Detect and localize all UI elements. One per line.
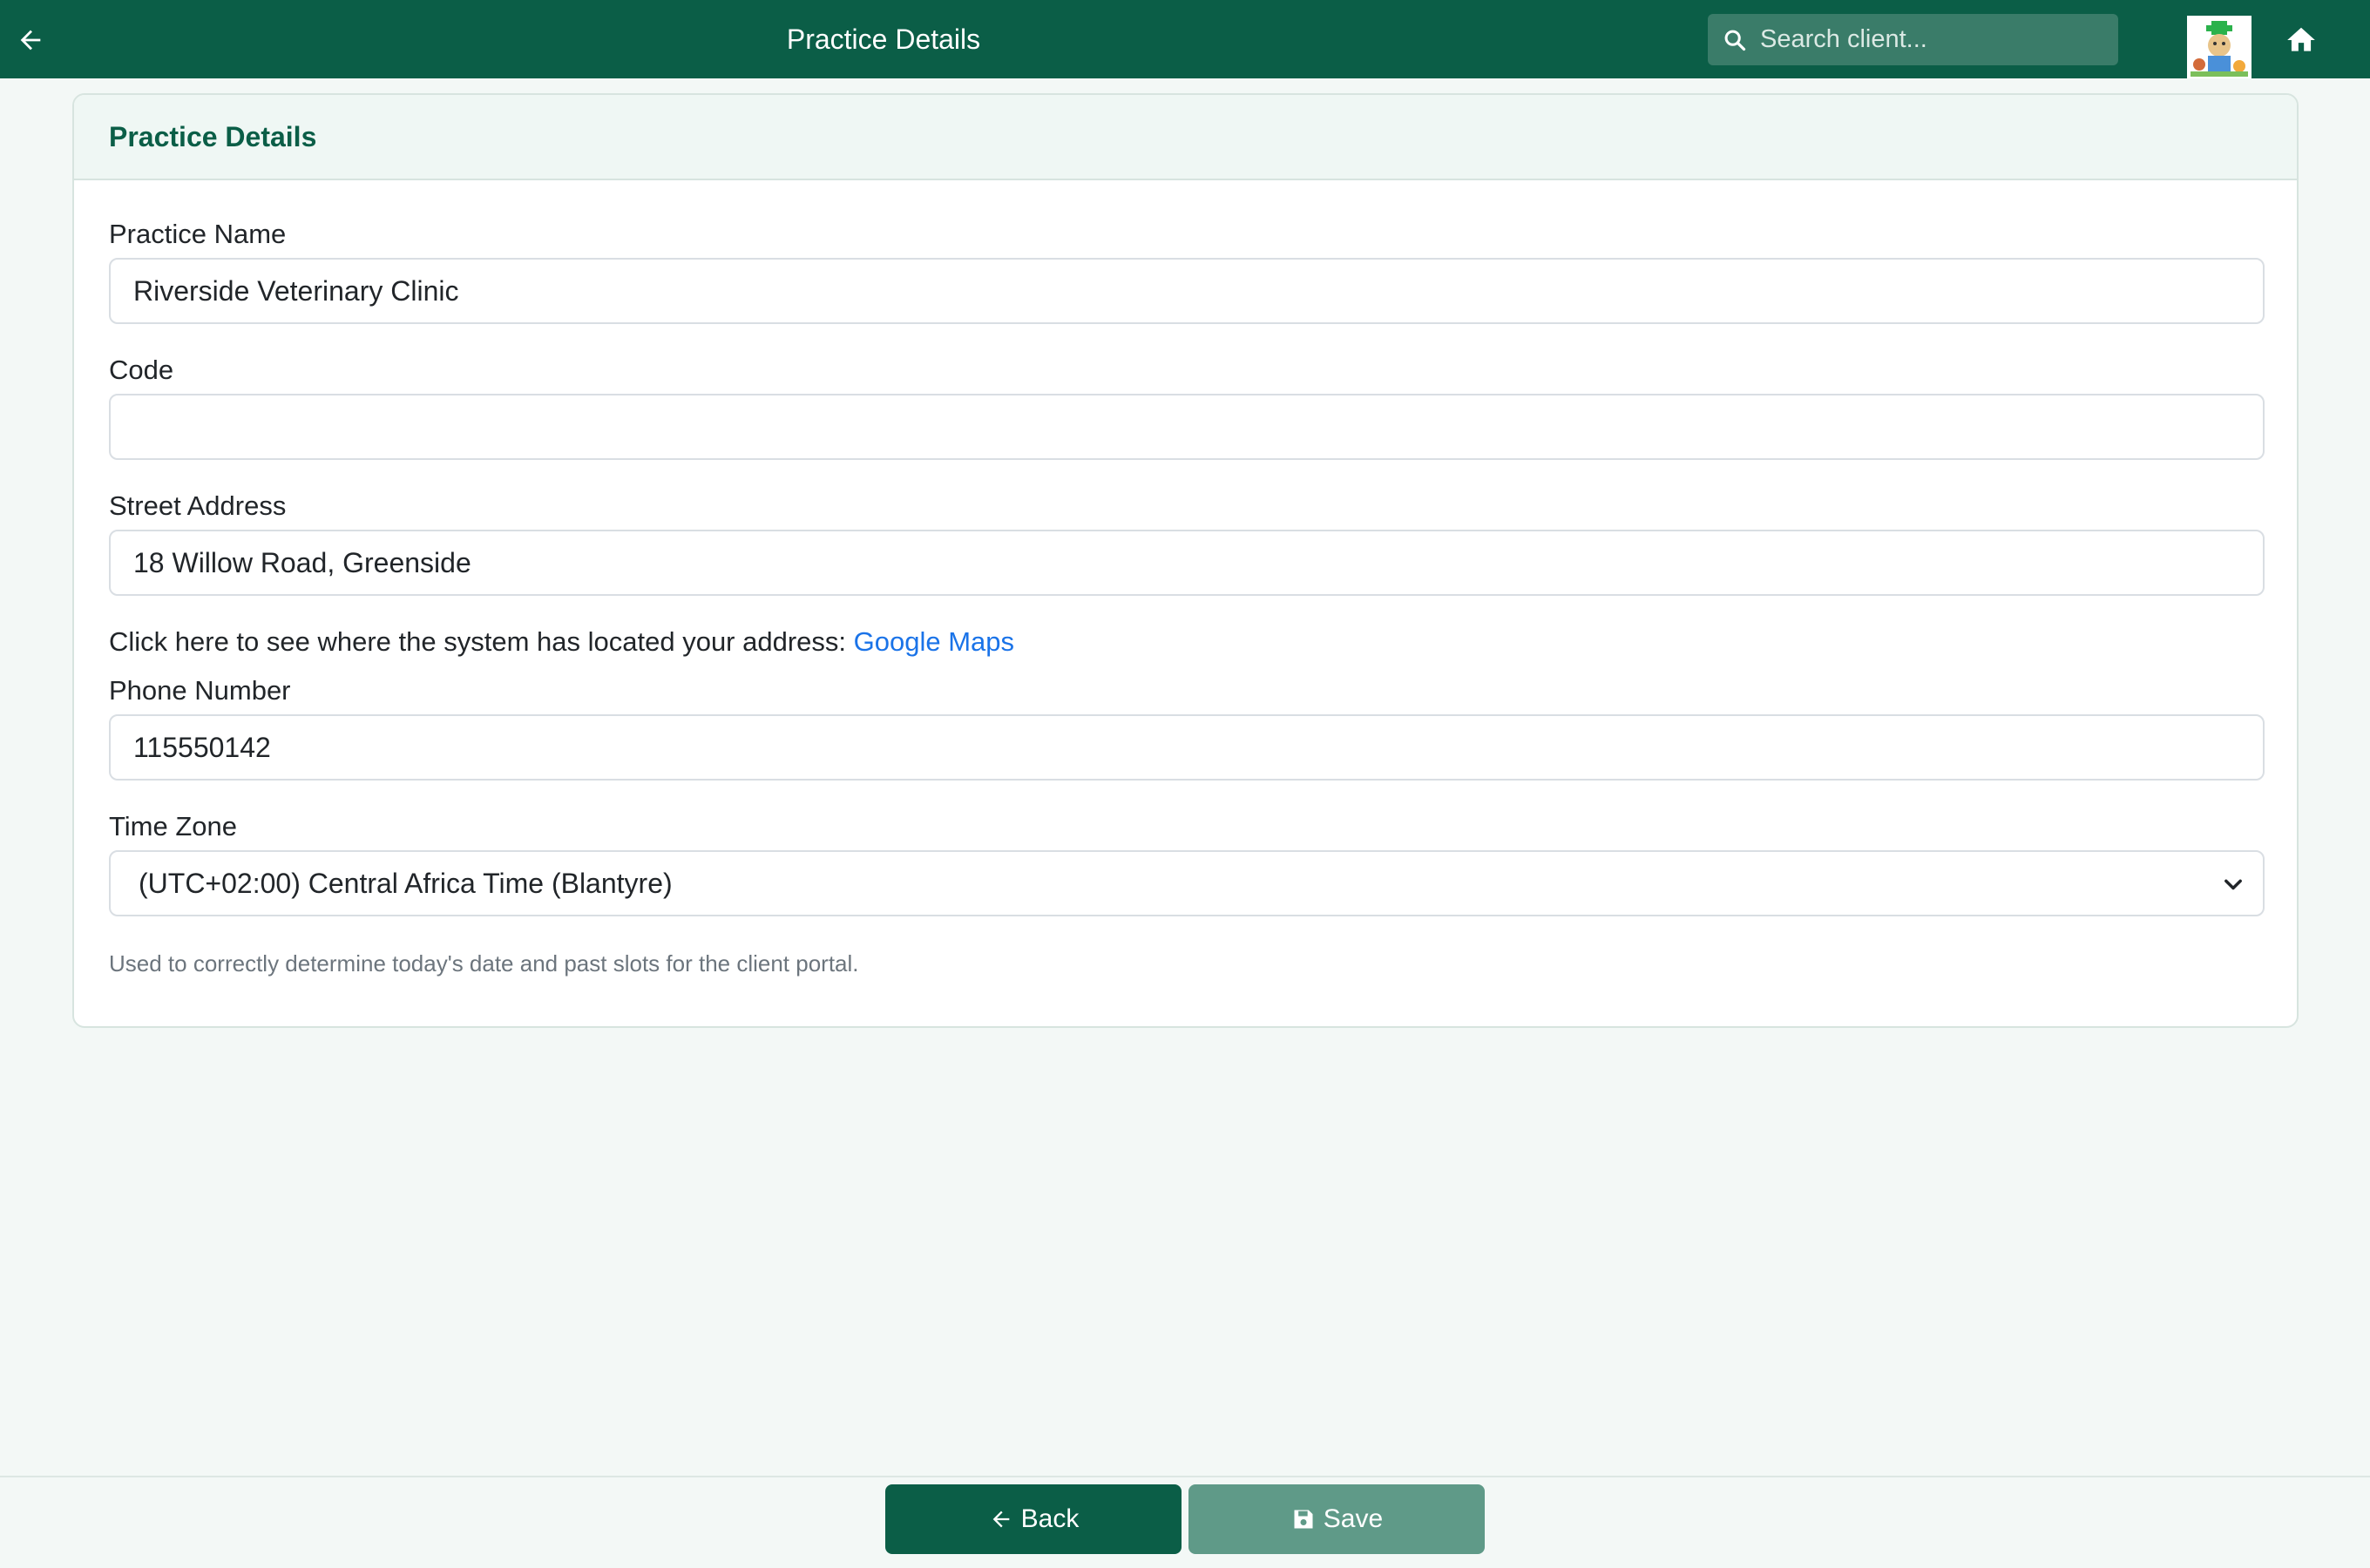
phone-number-label: Phone Number bbox=[109, 675, 291, 706]
page-title: Practice Details bbox=[786, 24, 981, 55]
arrow-left-icon bbox=[988, 1506, 1014, 1532]
street-address-label: Street Address bbox=[109, 490, 287, 521]
card-header: Practice Details bbox=[74, 95, 2297, 180]
code-input[interactable] bbox=[109, 394, 2265, 460]
phone-number-input[interactable] bbox=[109, 714, 2265, 781]
time-zone-label: Time Zone bbox=[109, 811, 238, 841]
floppy-disk-icon bbox=[1290, 1506, 1317, 1532]
practice-name-input[interactable] bbox=[109, 258, 2265, 324]
time-zone-value: (UTC+02:00) Central Africa Time (Blantyr… bbox=[139, 867, 673, 899]
save-button[interactable]: Save bbox=[1188, 1484, 1485, 1554]
search-box[interactable] bbox=[1708, 14, 2118, 65]
google-maps-link[interactable]: Google Maps bbox=[854, 626, 1014, 657]
back-arrow-icon[interactable] bbox=[14, 24, 47, 57]
street-address-input[interactable] bbox=[109, 530, 2265, 596]
home-icon[interactable] bbox=[2283, 23, 2319, 57]
top-app-bar: Practice Details bbox=[0, 0, 2370, 78]
time-zone-select[interactable]: (UTC+02:00) Central Africa Time (Blantyr… bbox=[109, 850, 2265, 916]
bottom-action-bar bbox=[0, 1476, 2370, 1568]
save-button-label: Save bbox=[1323, 1504, 1384, 1533]
code-label: Code bbox=[109, 355, 174, 385]
map-prompt: Click here to see where the system has l… bbox=[109, 626, 847, 657]
card-title: Practice Details bbox=[109, 120, 317, 152]
chevron-down-icon bbox=[2221, 873, 2245, 897]
time-zone-help-text: Used to correctly determine today's date… bbox=[109, 950, 859, 977]
practice-name-label: Practice Name bbox=[109, 219, 287, 249]
practice-logo[interactable] bbox=[2187, 16, 2252, 78]
practice-details-card: Practice Details Practice Name Code Stre… bbox=[72, 93, 2299, 1028]
search-input[interactable] bbox=[1748, 14, 2118, 65]
search-icon bbox=[1722, 27, 1748, 53]
back-button-label: Back bbox=[1020, 1504, 1080, 1533]
map-location-text: Click here to see where the system has l… bbox=[109, 626, 1014, 658]
back-button[interactable]: Back bbox=[885, 1484, 1182, 1554]
